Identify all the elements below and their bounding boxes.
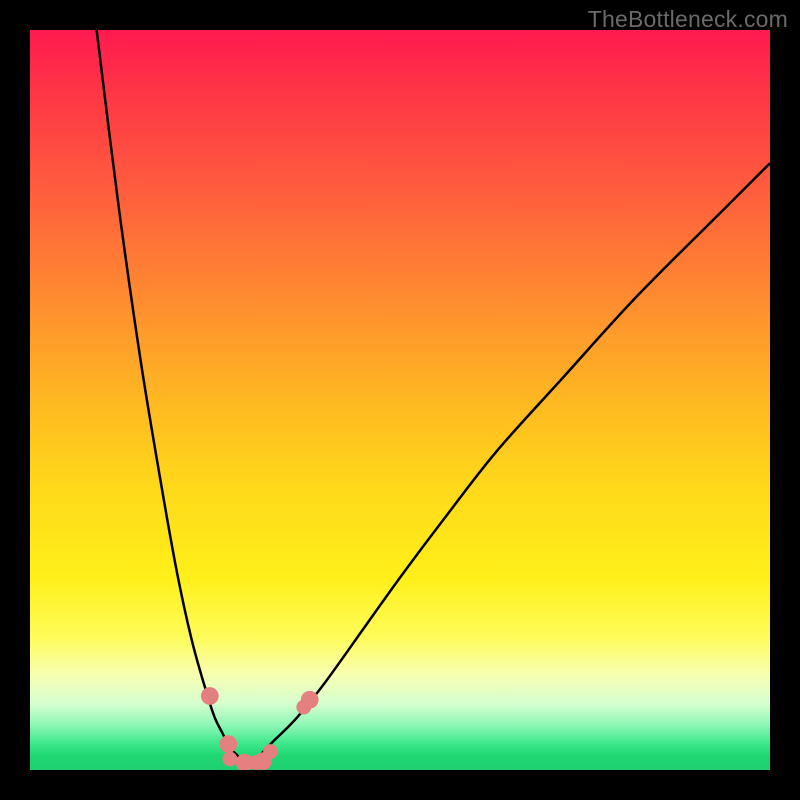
data-marker [301,691,319,709]
marker-group [201,687,319,770]
data-marker [201,687,219,705]
data-marker [222,752,237,767]
data-marker [219,735,237,753]
curve-left-branch [97,30,245,763]
chart-plot-area [30,30,770,770]
watermark-text: TheBottleneck.com [588,6,788,33]
bottleneck-curve-svg [30,30,770,770]
curve-right-branch [245,163,770,762]
data-marker [263,744,278,759]
